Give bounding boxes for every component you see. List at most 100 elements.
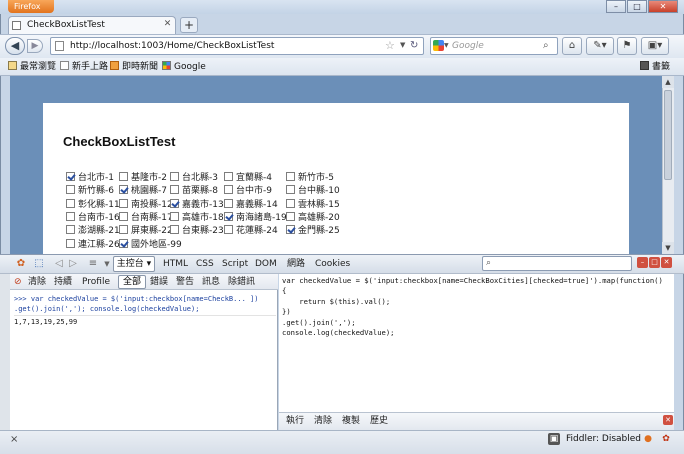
engine-dropdown-icon[interactable]: ▼ <box>444 38 449 54</box>
fiddler-status[interactable]: Fiddler: Disabled <box>566 432 641 446</box>
checkbox-item[interactable]: 嘉義縣-14 <box>224 197 278 210</box>
checkbox[interactable] <box>286 211 295 221</box>
firebug-minimize-icon[interactable]: – <box>637 257 648 268</box>
checkbox-item[interactable]: 宜蘭縣-4 <box>224 170 272 183</box>
tab-console[interactable]: 主控台 ▾ <box>113 256 155 272</box>
filter-errors-button[interactable]: 錯誤 <box>150 274 168 290</box>
firebug-search-input[interactable] <box>482 256 632 271</box>
search-icon[interactable]: ⌕ <box>543 38 549 54</box>
filter-all-button[interactable]: 全部 <box>118 275 147 289</box>
checkbox[interactable] <box>224 211 233 221</box>
inspect-icon[interactable]: ⬚ <box>32 257 46 271</box>
checkbox-item[interactable]: 台南縣-17 <box>119 210 173 223</box>
firebug-detach-icon[interactable]: □ <box>649 257 660 268</box>
checkbox[interactable] <box>286 185 295 195</box>
checkbox-item[interactable]: 彰化縣-11 <box>66 197 120 210</box>
editor-close-icon[interactable]: ✕ <box>663 415 673 425</box>
checkbox[interactable] <box>170 211 179 221</box>
checkbox-item[interactable]: 新竹市-5 <box>286 170 334 183</box>
tab-script[interactable]: Script <box>222 256 248 272</box>
checkbox[interactable] <box>224 225 233 235</box>
run-button[interactable]: 執行 <box>286 412 304 430</box>
minimize-button[interactable]: – <box>606 0 626 13</box>
bookmark-most-visited[interactable]: 最常瀏覽 <box>8 60 56 74</box>
checkbox[interactable] <box>286 172 295 181</box>
firebug-status-icon[interactable]: ✿ <box>660 433 672 445</box>
checkbox[interactable] <box>119 211 128 221</box>
checkbox-item[interactable]: 桃園縣-7 <box>119 183 167 196</box>
search-input[interactable]: Google <box>452 38 484 54</box>
checkbox-item[interactable]: 國外地區-99 <box>119 237 182 250</box>
checkbox-item[interactable]: 台東縣-23 <box>170 223 224 236</box>
checkbox[interactable] <box>224 198 233 208</box>
checkbox[interactable] <box>170 185 179 195</box>
tab-close-icon[interactable]: ✕ <box>162 19 173 30</box>
history-button[interactable]: 歷史 <box>370 412 388 430</box>
checkbox-item[interactable]: 台中縣-10 <box>286 183 340 196</box>
filter-debug-button[interactable]: 除錯訊 <box>228 274 255 290</box>
tools-button[interactable]: ▣▾ <box>641 37 669 55</box>
reload-icon[interactable]: ↻ <box>410 37 418 55</box>
checkbox[interactable] <box>170 172 179 181</box>
tab-html[interactable]: HTML <box>163 256 188 272</box>
filter-info-button[interactable]: 訊息 <box>202 274 220 290</box>
addon-bar-close-button[interactable]: × <box>10 433 18 447</box>
checkbox-item[interactable]: 高雄市-18 <box>170 210 224 223</box>
broom-button[interactable]: ⚑ <box>617 37 637 55</box>
checkbox[interactable] <box>66 185 75 195</box>
checkbox-item[interactable]: 基隆市-2 <box>119 170 167 183</box>
scroll-down-arrow-icon[interactable]: ▼ <box>662 242 674 254</box>
menu-dropdown-icon[interactable]: ▼ <box>100 257 114 271</box>
checkbox-item[interactable]: 金門縣-25 <box>286 223 340 236</box>
bookmark-latest-news[interactable]: 即時新聞 <box>110 60 158 74</box>
fiddler-icon[interactable]: ▣ <box>548 433 560 445</box>
filter-warnings-button[interactable]: 警告 <box>176 274 194 290</box>
bookmark-google[interactable]: Google <box>162 60 206 74</box>
checkbox-item[interactable]: 苗栗縣-8 <box>170 183 218 196</box>
scroll-up-arrow-icon[interactable]: ▲ <box>662 76 674 88</box>
checkbox[interactable] <box>286 198 295 208</box>
checkbox-item[interactable]: 澎湖縣-21 <box>66 223 120 236</box>
profile-button[interactable]: Profile <box>82 274 110 290</box>
bookmark-getting-started[interactable]: 新手上路 <box>60 60 108 74</box>
forward-button[interactable]: ▶ <box>27 39 43 53</box>
url-text[interactable]: http://localhost:1003/Home/CheckBoxListT… <box>70 38 274 54</box>
addon-button[interactable]: ✎▾ <box>586 37 614 55</box>
tab-checkboxlisttest[interactable]: CheckBoxListTest <box>8 16 176 35</box>
checkbox[interactable] <box>119 172 128 181</box>
tab-dom[interactable]: DOM <box>255 256 277 272</box>
search-bar[interactable] <box>430 37 558 55</box>
checkbox[interactable] <box>66 238 75 248</box>
checkbox[interactable] <box>66 225 75 235</box>
checkbox[interactable] <box>66 211 75 221</box>
firebug-close-icon[interactable]: ✕ <box>661 257 672 268</box>
checkbox-item[interactable]: 新竹縣-6 <box>66 183 114 196</box>
checkbox[interactable] <box>66 172 75 181</box>
checkbox-item[interactable]: 台中市-9 <box>224 183 272 196</box>
checkbox-item[interactable]: 台北市-1 <box>66 170 114 183</box>
checkbox[interactable] <box>170 225 179 235</box>
scroll-thumb[interactable] <box>664 90 672 180</box>
firebug-bug-icon[interactable]: ✿ <box>14 257 28 271</box>
nav-back-icon[interactable]: ◁ <box>52 257 66 271</box>
checkbox-item[interactable]: 南投縣-12 <box>119 197 173 210</box>
tab-net[interactable]: 網路 <box>287 256 305 272</box>
url-history-dropdown-icon[interactable]: ▼ <box>400 37 405 55</box>
checkbox-item[interactable]: 高雄縣-20 <box>286 210 340 223</box>
checkbox-item[interactable]: 連江縣-26 <box>66 237 120 250</box>
checkbox[interactable] <box>119 225 128 235</box>
tab-css[interactable]: CSS <box>196 256 214 272</box>
console-clear-icon[interactable]: ⊘ <box>14 274 22 290</box>
clear-button[interactable]: 清除 <box>28 274 46 290</box>
firefox-menu-button[interactable]: Firefox <box>8 0 54 13</box>
checkbox[interactable] <box>224 185 233 195</box>
checkbox[interactable] <box>224 172 233 181</box>
command-editor-code[interactable]: var checkedValue = $('input:checkbox[nam… <box>282 276 663 338</box>
menu-list-icon[interactable]: ≡ <box>86 257 100 271</box>
persist-button[interactable]: 持續 <box>54 274 72 290</box>
checkbox-item[interactable]: 雲林縣-15 <box>286 197 340 210</box>
home-button[interactable]: ⌂ <box>562 37 582 55</box>
checkbox-item[interactable]: 屏東縣-22 <box>119 223 173 236</box>
google-engine-icon[interactable] <box>433 40 444 51</box>
copy-button[interactable]: 複製 <box>342 412 360 430</box>
